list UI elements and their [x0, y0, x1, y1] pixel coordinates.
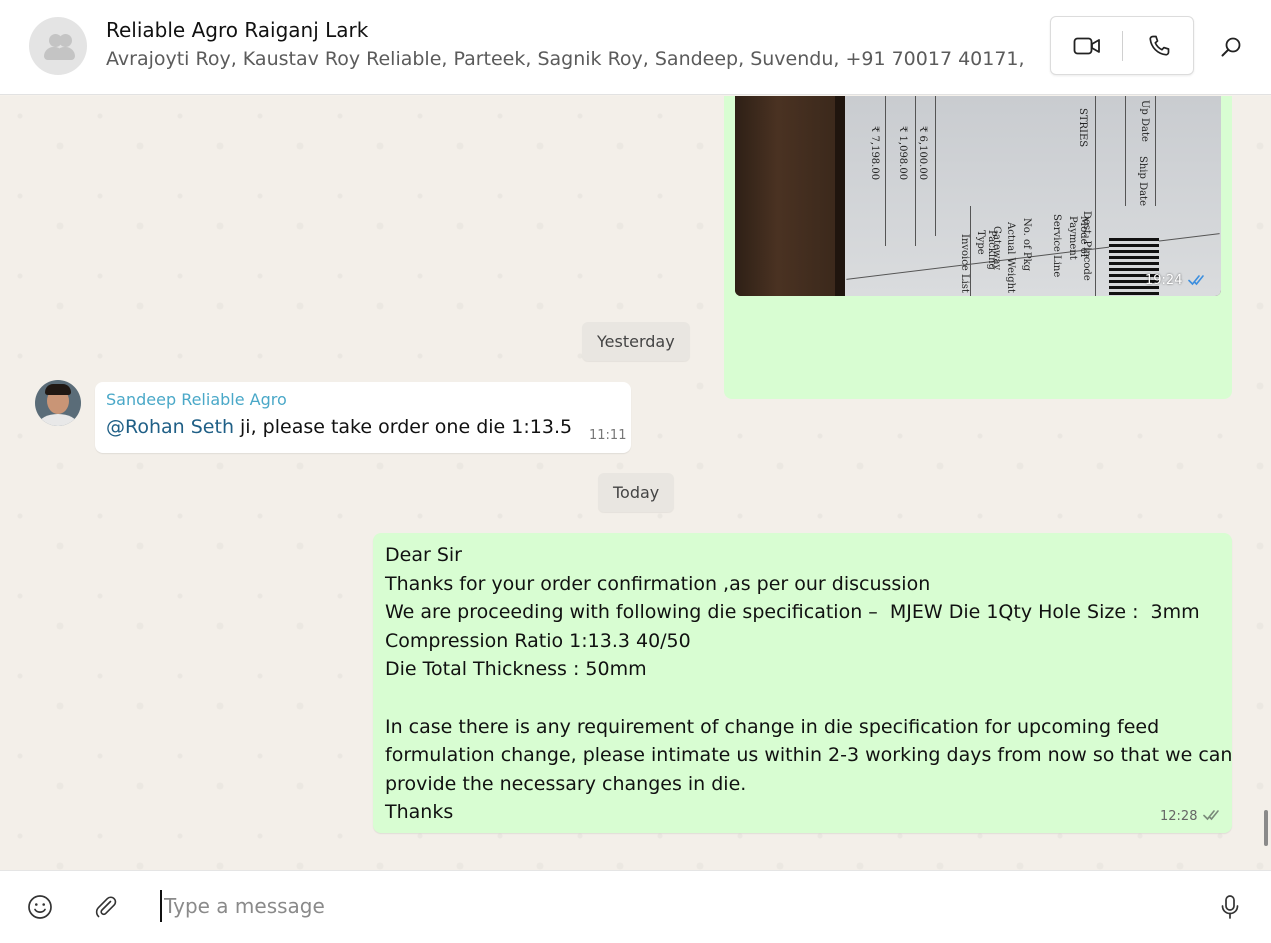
message-line: provide the necessary changes in die.	[385, 772, 747, 795]
message-time: 12:28	[1160, 809, 1198, 824]
message-composer	[0, 870, 1271, 943]
paperclip-icon	[95, 896, 117, 918]
message-line: Dear Sir	[385, 544, 462, 566]
video-call-button[interactable]	[1051, 17, 1122, 74]
doc-text: No. of Pkg	[1021, 218, 1032, 272]
date-divider-yesterday: Yesterday	[582, 322, 690, 361]
avatar-body	[39, 414, 77, 426]
doc-text: Up Date	[1139, 100, 1150, 142]
chat-members[interactable]: Avrajoyti Roy, Kaustav Roy Reliable, Par…	[106, 48, 1026, 70]
message-line	[385, 684, 1225, 713]
doc-text: Service Line	[1051, 214, 1062, 278]
message-line: In case there is any requirement of chan…	[385, 715, 1160, 738]
mention-link[interactable]: @Rohan Seth	[106, 416, 234, 438]
chat-scrollbar[interactable]	[1264, 810, 1268, 846]
doc-text: ₹ 6,100.00	[917, 126, 928, 181]
video-camera-icon	[1073, 37, 1100, 54]
doc-text: Packing Type	[975, 230, 997, 270]
incoming-message-bubble[interactable]: Sandeep Reliable Agro @Rohan Seth ji, pl…	[95, 382, 631, 453]
doc-text: STRIES	[1077, 108, 1088, 148]
sender-avatar[interactable]	[35, 380, 81, 426]
message-input[interactable]	[160, 890, 1190, 922]
doc-text: Mode of Payment	[1067, 216, 1089, 260]
phone-icon	[1148, 35, 1169, 56]
message-time: 19:24	[1145, 273, 1183, 288]
chat-header: Reliable Agro Raiganj Lark Avrajoyti Roy…	[0, 0, 1271, 95]
doc-text: Ship Date	[1137, 156, 1148, 206]
sender-name[interactable]: Sandeep Reliable Agro	[106, 390, 287, 409]
message-line: formulation change, please intimate us w…	[385, 744, 1233, 767]
doc-text: Invoice List	[959, 234, 970, 293]
doc-text: Actual Weight	[1005, 222, 1016, 294]
voice-call-button[interactable]	[1123, 17, 1194, 74]
photo-edge	[835, 96, 845, 296]
photo-background	[735, 96, 841, 296]
chat-messages[interactable]: ₹ 6,100.00 ₹ 1,098.00 ₹ 7,198.00 STRIES …	[0, 96, 1271, 870]
voice-message-button[interactable]	[1214, 891, 1246, 923]
avatar-hair	[45, 384, 71, 395]
date-divider-today: Today	[598, 473, 675, 512]
attach-button[interactable]	[90, 891, 122, 923]
image-attachment[interactable]: ₹ 6,100.00 ₹ 1,098.00 ₹ 7,198.00 STRIES …	[735, 96, 1221, 296]
group-avatar-icon[interactable]	[29, 17, 87, 75]
search-button[interactable]	[1214, 30, 1248, 64]
message-line: Thanks for your order confirmation ,as p…	[385, 572, 931, 595]
message-line: Die Total Thickness : 50mm	[385, 658, 647, 681]
message-time: 11:11	[589, 428, 627, 443]
emoji-button[interactable]	[24, 891, 56, 923]
call-buttons	[1050, 16, 1194, 75]
message-text: Dear Sir Thanks for your order confirmat…	[385, 541, 1233, 827]
doc-text: ₹ 1,098.00	[897, 126, 908, 181]
message-line: Compression Ratio 1:13.3 40/50	[385, 629, 691, 652]
microphone-icon	[1221, 895, 1239, 919]
photo-document: ₹ 6,100.00 ₹ 1,098.00 ₹ 7,198.00 STRIES …	[845, 96, 1221, 296]
double-check-icon	[1188, 275, 1204, 286]
emoji-icon	[28, 895, 52, 919]
message-body: ji, please take order one die 1:13.5	[233, 416, 573, 438]
message-line: Thanks	[385, 801, 454, 824]
search-icon	[1221, 37, 1241, 57]
message-text: @Rohan Seth ji, please take order one di…	[106, 416, 572, 438]
doc-text: ₹ 7,198.00	[869, 126, 880, 181]
outgoing-message-bubble[interactable]: Dear Sir Thanks for your order confirmat…	[373, 533, 1232, 833]
message-line: We are proceeding with following die spe…	[385, 601, 1200, 624]
double-check-icon	[1203, 810, 1219, 821]
chat-title[interactable]: Reliable Agro Raiganj Lark	[106, 18, 368, 42]
